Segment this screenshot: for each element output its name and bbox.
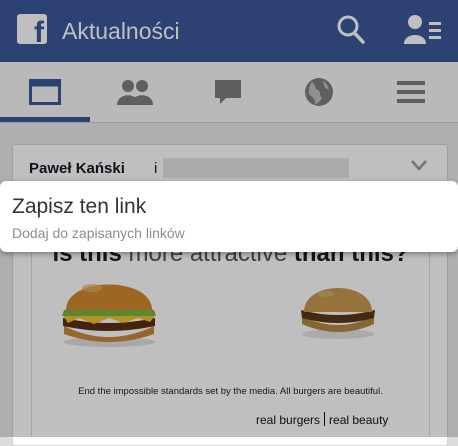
- save-link-menu-item[interactable]: Zapisz ten link Dodaj do zapisanych link…: [0, 181, 458, 252]
- save-link-subtitle: Dodaj do zapisanych linków: [12, 225, 185, 241]
- save-link-title: Zapisz ten link: [12, 195, 147, 218]
